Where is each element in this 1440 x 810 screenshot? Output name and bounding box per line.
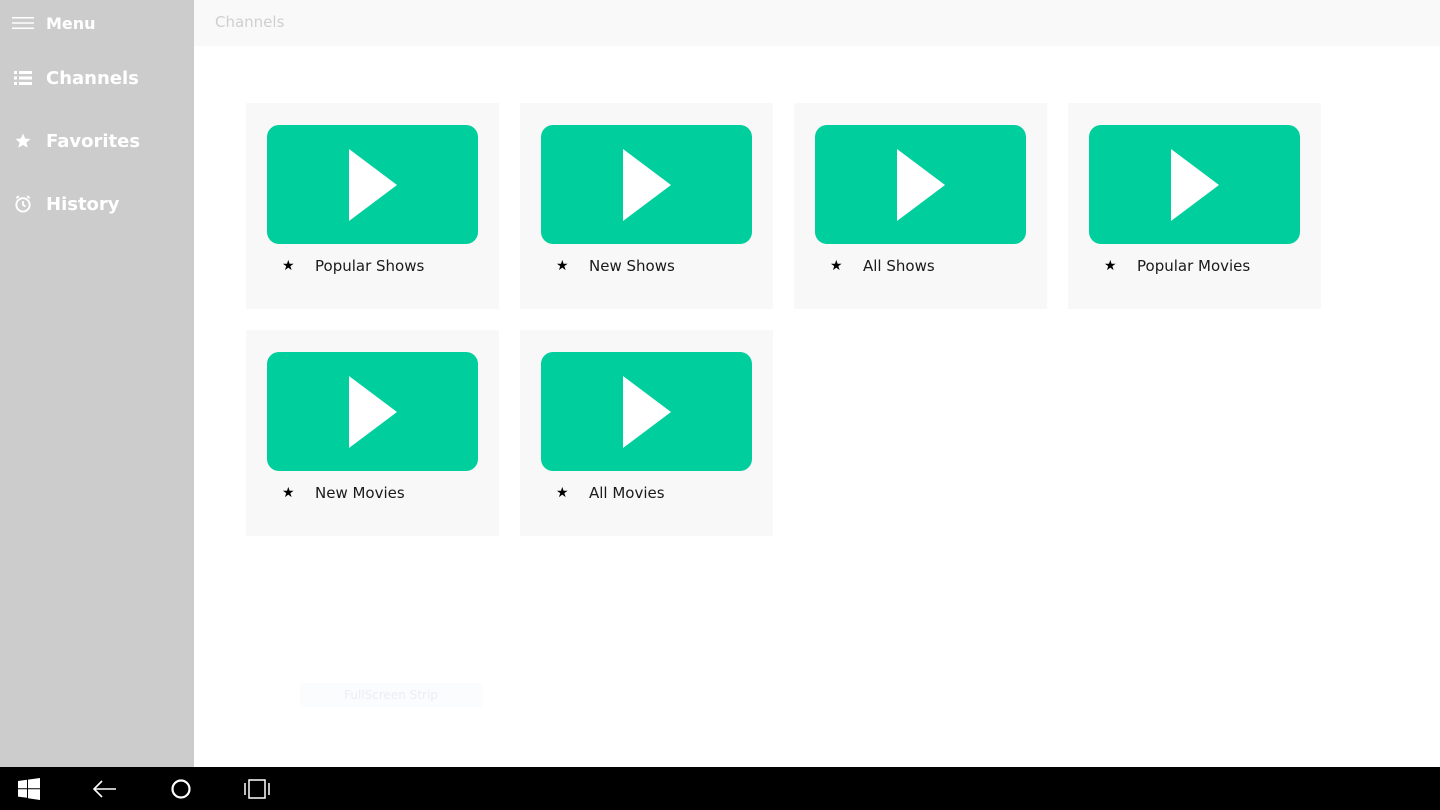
channel-tile-new-movies[interactable]: ★ New Movies [246, 330, 499, 536]
task-view-button[interactable] [228, 767, 286, 810]
sidebar-item-label: History [46, 193, 120, 215]
favorite-star-icon[interactable]: ★ [556, 258, 569, 274]
app-window: Menu Channels Favorites History Channels… [0, 0, 1440, 767]
channel-thumbnail[interactable] [541, 125, 752, 244]
sidebar-item-channels[interactable]: Channels [0, 58, 194, 98]
channel-label: New Movies [315, 484, 405, 502]
channel-tile-new-shows[interactable]: ★ New Shows [520, 103, 773, 309]
menu-button[interactable]: Menu [0, 8, 194, 38]
favorite-star-icon[interactable]: ★ [1104, 258, 1117, 274]
channel-tile-all-movies[interactable]: ★ All Movies [520, 330, 773, 536]
channel-label: New Shows [589, 257, 675, 275]
play-icon [896, 148, 945, 221]
channel-thumbnail[interactable] [815, 125, 1026, 244]
cortana-button[interactable] [152, 767, 210, 810]
star-icon [0, 132, 46, 150]
sidebar-item-history[interactable]: History [0, 184, 194, 224]
task-view-icon [244, 778, 270, 799]
start-button[interactable] [0, 767, 58, 810]
channel-tile-popular-shows[interactable]: ★ Popular Shows [246, 103, 499, 309]
channel-label: Popular Shows [315, 257, 425, 275]
list-icon [0, 71, 46, 85]
channel-thumbnail[interactable] [541, 352, 752, 471]
channel-label: All Shows [863, 257, 935, 275]
sidebar-item-label: Channels [46, 67, 139, 89]
page-title: Channels [215, 13, 285, 31]
sidebar-item-label: Favorites [46, 130, 141, 152]
cortana-circle-icon [171, 778, 191, 799]
favorite-star-icon[interactable]: ★ [282, 485, 295, 501]
taskbar [0, 767, 1440, 810]
channel-tile-popular-movies[interactable]: ★ Popular Movies [1068, 103, 1321, 309]
play-icon [348, 148, 397, 221]
play-icon [348, 375, 397, 448]
sidebar-item-favorites[interactable]: Favorites [0, 121, 194, 161]
favorite-star-icon[interactable]: ★ [282, 258, 295, 274]
channel-label: All Movies [589, 484, 665, 502]
back-arrow-icon [93, 779, 116, 798]
sidebar: Menu Channels Favorites History [0, 0, 194, 767]
header-bar: Channels [194, 0, 1440, 46]
hamburger-icon [0, 15, 46, 31]
menu-label: Menu [46, 13, 96, 33]
channel-label: Popular Movies [1137, 257, 1251, 275]
channel-tile-all-shows[interactable]: ★ All Shows [794, 103, 1047, 309]
windows-start-icon [18, 777, 40, 800]
favorite-star-icon[interactable]: ★ [830, 258, 843, 274]
channel-thumbnail[interactable] [267, 352, 478, 471]
back-button[interactable] [76, 767, 134, 810]
play-icon [1170, 148, 1219, 221]
play-icon [622, 148, 671, 221]
channel-thumbnail[interactable] [267, 125, 478, 244]
fullscreen-strip: FullScreen Strip [300, 683, 482, 707]
channel-thumbnail[interactable] [1089, 125, 1300, 244]
history-icon [0, 194, 46, 214]
favorite-star-icon[interactable]: ★ [556, 485, 569, 501]
play-icon [622, 375, 671, 448]
